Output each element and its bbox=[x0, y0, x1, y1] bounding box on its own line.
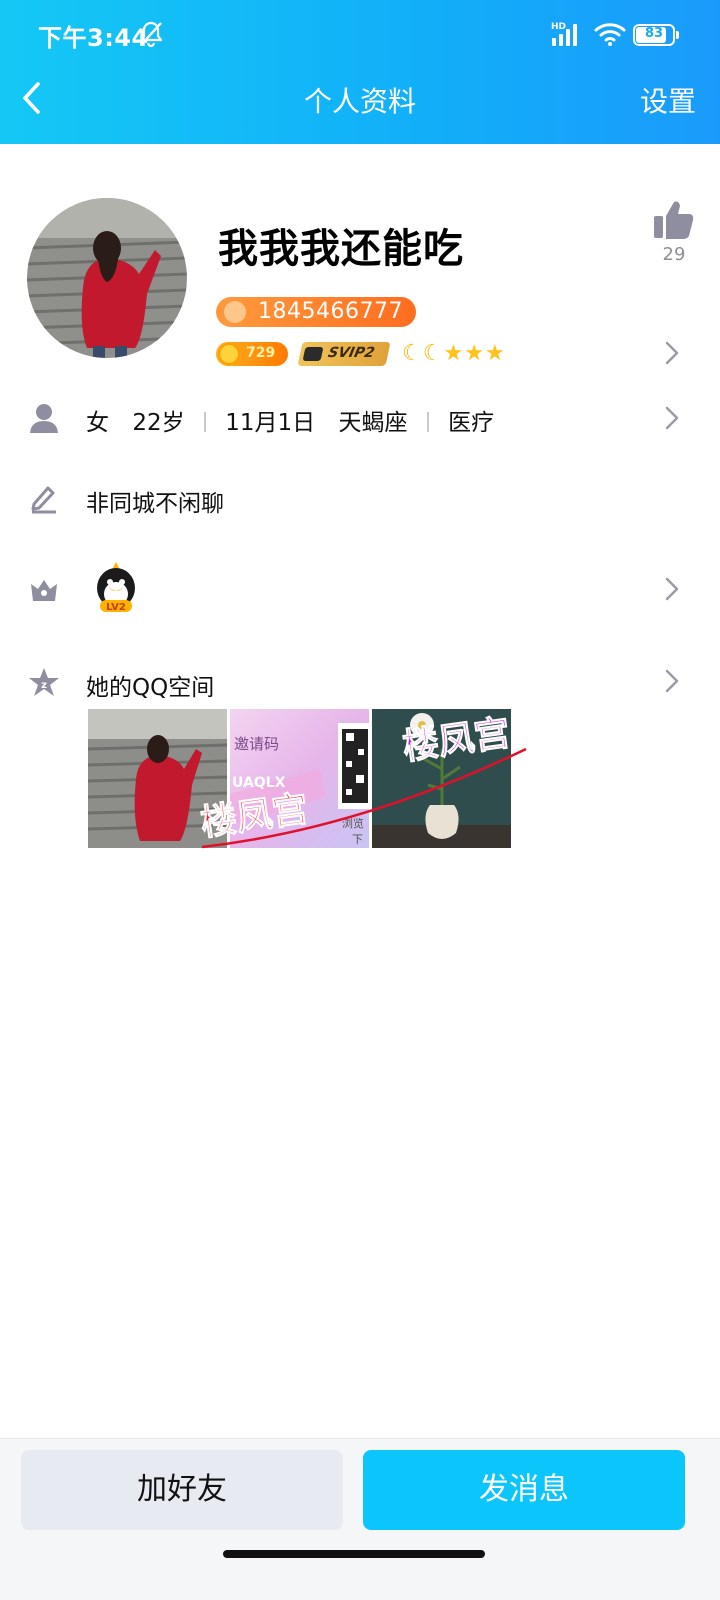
wifi-icon bbox=[594, 23, 626, 46]
settings-button[interactable]: 设置 bbox=[640, 80, 696, 120]
qq-id-icon bbox=[224, 301, 246, 323]
svg-text:LV2: LV2 bbox=[106, 602, 126, 613]
moon-icon: ☾ bbox=[402, 341, 422, 366]
coin-icon bbox=[218, 343, 240, 365]
person-icon bbox=[30, 404, 58, 433]
like-count: 29 bbox=[662, 244, 686, 265]
status-bar: 下午3:44 HD 83 bbox=[0, 0, 720, 70]
nickname: 我我我还能吃 bbox=[218, 226, 464, 272]
svip-badge: SVIP2 bbox=[297, 342, 391, 366]
top-header: 下午3:44 HD 83 个人资料 设置 bbox=[0, 0, 720, 144]
birthday: 11月1日 bbox=[225, 410, 316, 436]
thumbs-up-icon bbox=[654, 201, 694, 239]
watermark-curve bbox=[201, 747, 527, 849]
home-indicator[interactable] bbox=[223, 1550, 485, 1558]
star-icon: ★ bbox=[443, 341, 464, 366]
qq-number: 1845466777 bbox=[258, 299, 403, 324]
svip-crown-icon bbox=[302, 347, 324, 361]
signal-icon bbox=[552, 24, 577, 46]
qq-penguin-level-icon[interactable]: LV2 bbox=[94, 560, 138, 616]
qq-number-badge: 1845466777 bbox=[216, 297, 416, 327]
status-time: 下午3:44 bbox=[38, 24, 149, 52]
divider bbox=[203, 412, 206, 432]
page-title: 个人资料 bbox=[303, 85, 416, 118]
coin-level: 729 bbox=[246, 345, 276, 361]
battery-icon: 83 bbox=[633, 24, 679, 46]
crown-icon bbox=[31, 580, 57, 601]
chevron-right-icon[interactable] bbox=[664, 405, 680, 431]
badge-row[interactable]: 729 SVIP2 ☾☾★★★ bbox=[216, 340, 536, 370]
svip-label: SVIP2 bbox=[326, 345, 377, 361]
avatar-photo bbox=[27, 198, 187, 358]
battery-level: 83 bbox=[644, 26, 664, 41]
qzone-label[interactable]: 她的QQ空间 bbox=[86, 668, 214, 702]
divider bbox=[426, 412, 429, 432]
star-icon: ★ bbox=[464, 341, 484, 366]
chevron-right-icon[interactable] bbox=[664, 340, 680, 366]
chevron-right-icon[interactable] bbox=[664, 668, 680, 694]
edit-icon bbox=[31, 486, 56, 514]
qzone-photos[interactable]: 邀请码 UAQLX 浏览 下 楼凤宫 楼凤宫 bbox=[88, 709, 527, 849]
industry: 医疗 bbox=[448, 410, 495, 436]
avatar[interactable] bbox=[27, 198, 187, 358]
bell-off-icon bbox=[139, 21, 163, 48]
qzone-star-icon: z bbox=[29, 668, 59, 696]
star-icon: ★ bbox=[484, 341, 505, 366]
zodiac: 天蝎座 bbox=[338, 410, 408, 436]
svg-text:z: z bbox=[41, 680, 47, 691]
like-button[interactable]: 29 bbox=[652, 198, 696, 268]
qq-level-icons: ☾☾★★★ bbox=[402, 340, 506, 368]
send-message-button[interactable]: 发消息 bbox=[363, 1450, 685, 1530]
gender: 女 bbox=[86, 410, 109, 436]
moon-icon: ☾ bbox=[422, 341, 443, 366]
age: 22岁 bbox=[132, 410, 185, 436]
chevron-right-icon[interactable] bbox=[664, 576, 680, 602]
add-friend-button[interactable]: 加好友 bbox=[21, 1450, 343, 1530]
coin-level-badge: 729 bbox=[216, 342, 288, 366]
basic-info-row[interactable]: 女 22岁 11月1日 天蝎座 医疗 bbox=[86, 403, 494, 437]
signature: 非同城不闲聊 bbox=[86, 491, 224, 517]
